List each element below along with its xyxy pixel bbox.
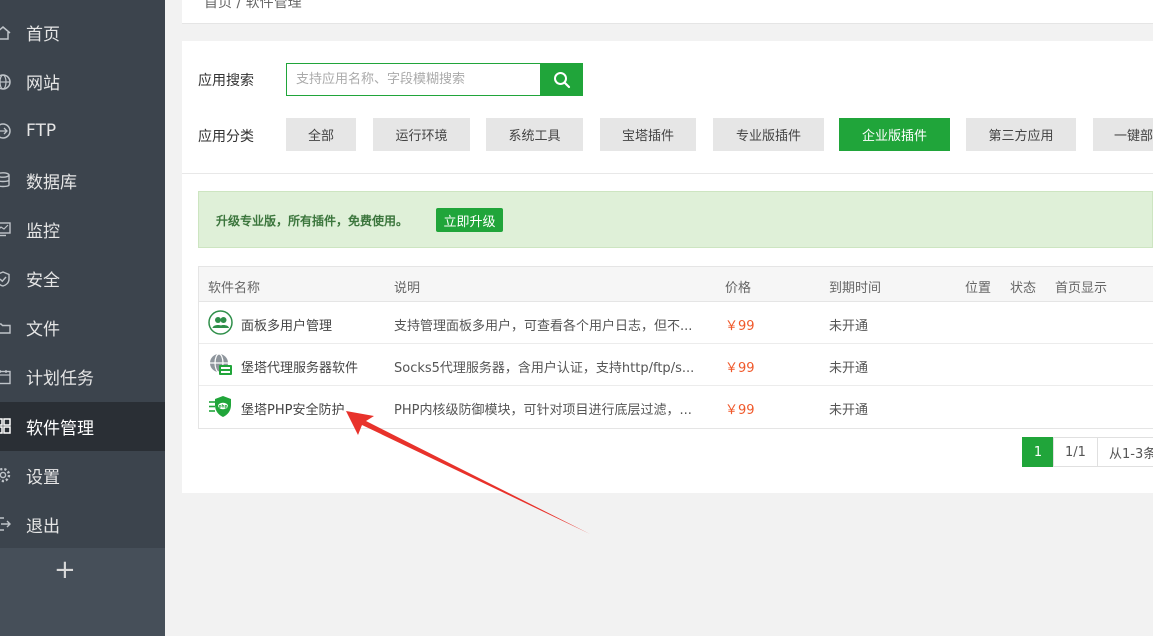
category-one-click-deploy[interactable]: 一键部 (1093, 118, 1153, 151)
monitor-icon (0, 220, 12, 238)
sidebar-item-home[interactable]: 首页 (0, 8, 165, 57)
breadcrumb-bar: 首页 / 软件管理 (182, 0, 1153, 24)
category-runtime[interactable]: 运行环境 (373, 118, 470, 151)
upgrade-notice: 升级专业版，所有插件，免费使用。 立即升级 (198, 191, 1153, 248)
software-price: ￥99 (725, 403, 755, 418)
grid-icon (0, 417, 12, 435)
sidebar-item-label: 网站 (26, 74, 60, 95)
sidebar-item-label: 文件 (26, 320, 60, 341)
software-expire: 未开通 (829, 403, 869, 418)
sidebar-item-label: 监控 (26, 221, 60, 242)
category-enterprise-plugins[interactable]: 企业版插件 (839, 118, 950, 151)
calendar-icon (0, 368, 12, 386)
software-price: ￥99 (725, 361, 755, 376)
search-icon (553, 71, 570, 88)
header-status: 状态 (1010, 281, 1037, 296)
sidebar-item-cron[interactable]: 计划任务 (0, 352, 165, 401)
header-homepage-display: 首页显示 (1055, 281, 1108, 296)
category-label: 应用分类 (198, 129, 254, 145)
category-third-party[interactable]: 第三方应用 (966, 118, 1076, 151)
notice-text: 升级专业版，所有插件，免费使用。 (216, 214, 409, 228)
folder-icon (0, 319, 12, 337)
sidebar-item-database[interactable]: 数据库 (0, 156, 165, 205)
header-price[interactable]: 价格 (725, 277, 751, 296)
php-shield-icon: php (209, 396, 231, 417)
add-button[interactable]: + (54, 556, 76, 584)
sidebar-item-settings[interactable]: 设置 (0, 451, 165, 500)
software-description: 支持管理面板多用户，可查看各个用户日志，但不... (394, 319, 693, 334)
search-box (286, 63, 542, 96)
sidebar-item-security[interactable]: 安全 (0, 254, 165, 303)
software-expire: 未开通 (829, 319, 869, 334)
header-location: 位置 (965, 281, 992, 296)
shield-icon (0, 270, 12, 288)
table-row: 堡塔代理服务器软件 Socks5代理服务器，含用户认证，支持http/ftp/s… (199, 344, 1153, 386)
category-bt-plugins[interactable]: 宝塔插件 (600, 118, 696, 151)
page-count: 1/1 (1053, 437, 1098, 467)
software-price: ￥99 (725, 319, 755, 334)
sidebar-item-website[interactable]: 网站 (0, 57, 165, 106)
ftp-icon (0, 122, 12, 140)
upgrade-button[interactable]: 立即升级 (436, 208, 503, 232)
header-name[interactable]: 软件名称 (208, 277, 260, 296)
software-description: PHP内核级防御模块，可针对项目进行底层过滤，... (394, 403, 692, 418)
sidebar-item-software[interactable]: 软件管理 (0, 401, 165, 451)
sidebar-item-label: 软件管理 (26, 418, 94, 439)
sidebar-item-label: 计划任务 (26, 369, 94, 390)
search-input[interactable] (287, 64, 542, 95)
sidebar-add-area: + (0, 548, 165, 636)
table-header: 软件名称 说明 价格 到期时间 位置 状态 首页显示 (199, 267, 1153, 302)
sidebar-item-ftp[interactable]: FTP (0, 106, 165, 155)
sidebar-item-label: FTP (26, 120, 57, 141)
table-row: php 堡塔PHP安全防护 PHP内核级防御模块，可针对项目进行底层过滤，...… (199, 386, 1153, 428)
breadcrumb[interactable]: 首页 / 软件管理 (204, 0, 302, 12)
search-label: 应用搜索 (198, 73, 254, 89)
category-all[interactable]: 全部 (286, 118, 356, 151)
logout-icon (0, 515, 12, 533)
software-expire: 未开通 (829, 361, 869, 376)
software-name[interactable]: 堡塔代理服务器软件 (241, 357, 358, 376)
globe-icon (0, 73, 12, 91)
software-name[interactable]: 面板多用户管理 (241, 315, 332, 334)
header-expire[interactable]: 到期时间 (829, 277, 881, 296)
sidebar: 首页 网站 FTP 数据库 监控 安全 文件 计划任务 软件管理 设置 退出 + (0, 0, 165, 636)
home-icon (0, 24, 12, 42)
page-current[interactable]: 1 (1022, 437, 1054, 467)
sidebar-item-files[interactable]: 文件 (0, 303, 165, 352)
software-table: 软件名称 说明 价格 到期时间 位置 状态 首页显示 面板多用户管理 支持管理面… (198, 266, 1153, 429)
gear-icon (0, 466, 12, 484)
software-panel: 应用搜索 应用分类 全部 运行环境 系统工具 宝塔插件 专业版插件 企业版插件 … (182, 41, 1153, 493)
sidebar-item-label: 安全 (26, 271, 60, 292)
svg-text:php: php (219, 404, 228, 409)
software-description: Socks5代理服务器，含用户认证，支持http/ftp/s... (394, 361, 695, 376)
sidebar-item-monitor[interactable]: 监控 (0, 205, 165, 254)
category-pro-plugins[interactable]: 专业版插件 (713, 118, 824, 151)
header-description: 说明 (394, 281, 421, 296)
divider (182, 173, 1153, 174)
page-range: 从1-3条 (1097, 437, 1153, 467)
pagination: 1 1/1 从1-3条 (1022, 437, 1153, 467)
sidebar-item-label: 设置 (26, 467, 60, 488)
sidebar-item-label: 退出 (26, 516, 60, 537)
table-row: 面板多用户管理 支持管理面板多用户，可查看各个用户日志，但不... ￥99 未开… (199, 302, 1153, 344)
multi-user-icon (208, 310, 233, 335)
database-icon (0, 171, 12, 189)
proxy-server-icon (210, 353, 232, 375)
sidebar-item-logout[interactable]: 退出 (0, 500, 165, 549)
sidebar-item-label: 数据库 (26, 172, 77, 193)
category-system-tools[interactable]: 系统工具 (486, 118, 583, 151)
sidebar-nav: 首页 网站 FTP 数据库 监控 安全 文件 计划任务 软件管理 设置 退出 (0, 8, 165, 549)
search-button[interactable] (540, 63, 583, 96)
sidebar-item-label: 首页 (26, 25, 60, 46)
software-name[interactable]: 堡塔PHP安全防护 (241, 399, 344, 418)
